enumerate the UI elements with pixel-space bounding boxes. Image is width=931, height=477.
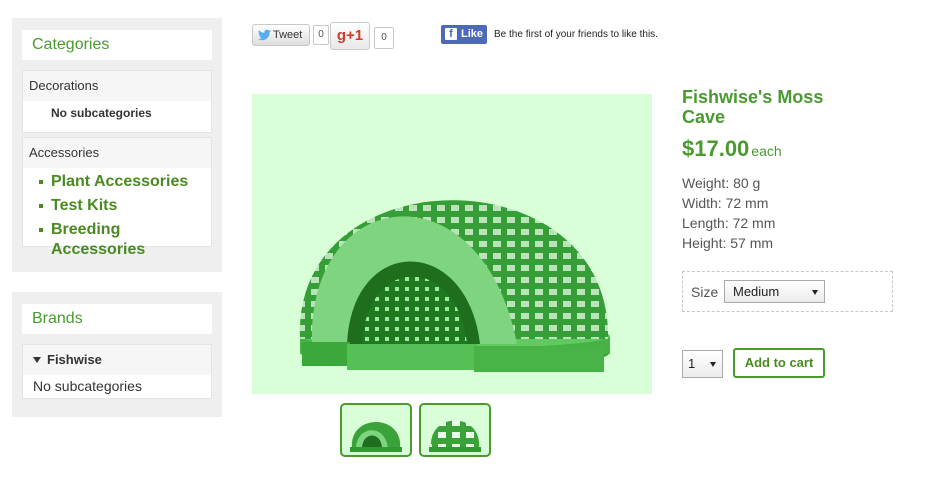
facebook-icon: f: [445, 28, 457, 40]
caret-down-icon: [33, 357, 41, 363]
thumbnail-front[interactable]: [340, 403, 412, 457]
category-accessories: Accessories Plant Accessories Test Kits …: [22, 137, 212, 258]
product-main-image[interactable]: [252, 94, 652, 394]
tweet-count: 0: [313, 25, 329, 45]
thumbnail-back[interactable]: [419, 403, 491, 457]
brands-panel: Brands Fishwise No subcategories: [12, 292, 222, 417]
size-select[interactable]: Medium: [724, 280, 825, 303]
tweet-label: Tweet: [273, 29, 303, 41]
brand-fishwise: Fishwise No subcategories: [22, 344, 212, 399]
category-link-accessories[interactable]: Accessories: [23, 138, 211, 168]
categories-panel: Categories Decorations No subcategories …: [12, 18, 222, 272]
facebook-like-label: Like: [461, 28, 484, 40]
brands-title: Brands: [22, 304, 212, 334]
google-plus-button[interactable]: g+1: [330, 22, 370, 50]
price-value: $17.00: [682, 136, 750, 161]
subcategory-breeding-accessories[interactable]: Breeding Accessories: [23, 220, 211, 258]
subcategory-plant-accessories[interactable]: Plant Accessories: [23, 172, 211, 196]
twitter-bird-icon: [258, 29, 271, 41]
price-unit: each: [751, 143, 782, 159]
product-price: $17.00 each: [682, 136, 782, 162]
product-title: Fishwise's Moss Cave: [682, 87, 824, 127]
category-link-decorations[interactable]: Decorations: [23, 71, 211, 101]
brand-name: Fishwise: [47, 352, 102, 367]
subcategory-test-kits[interactable]: Test Kits: [23, 196, 211, 220]
product-options-box: Size Medium: [682, 271, 893, 312]
spec-weight: Weight: 80 g: [682, 175, 761, 191]
add-to-cart-button[interactable]: Add to cart: [733, 348, 825, 378]
facebook-like-button[interactable]: f Like: [441, 25, 487, 44]
categories-title: Categories: [22, 30, 212, 60]
quantity-value: 1: [688, 356, 696, 371]
brand-no-subcategories-text: No subcategories: [33, 378, 142, 394]
no-subcategories-text: No subcategories: [51, 106, 152, 120]
spec-height: Height: 57 mm: [682, 235, 774, 251]
brand-link-fishwise[interactable]: Fishwise: [23, 345, 211, 375]
category-decorations: Decorations No subcategories: [22, 70, 212, 133]
caret-down-icon: [710, 362, 716, 367]
caret-down-icon: [812, 289, 818, 295]
facebook-like-text: Be the first of your friends to like thi…: [494, 29, 658, 40]
accessories-subcategory-list: Plant Accessories Test Kits Breeding Acc…: [23, 168, 211, 258]
product-specs: Weight: 80 g Width: 72 mm Length: 72 mm …: [682, 173, 775, 253]
size-label: Size: [691, 284, 719, 300]
tweet-button[interactable]: Tweet: [252, 24, 310, 46]
gplus-count: 0: [374, 27, 394, 49]
quantity-select[interactable]: 1: [682, 350, 723, 378]
size-select-value: Medium: [733, 284, 780, 299]
spec-width: Width: 72 mm: [682, 195, 769, 211]
spec-length: Length: 72 mm: [682, 215, 776, 231]
